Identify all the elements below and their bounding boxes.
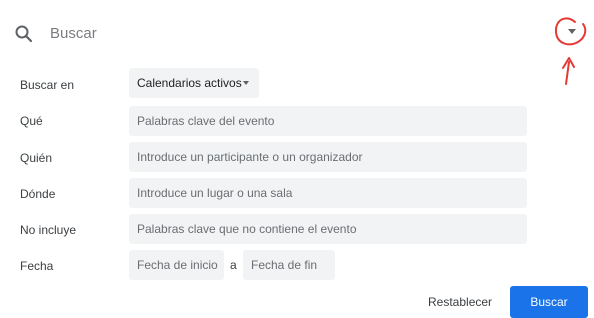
excludes-input[interactable]: Palabras clave que no contiene el evento [129,214,527,244]
who-label: Quién [20,151,53,165]
excludes-label: No incluye [20,223,77,237]
search-bar: Buscar [0,0,594,64]
where-label: Dónde [20,187,56,201]
what-input[interactable]: Palabras clave del evento [129,106,527,136]
date-separator: a [230,258,237,272]
calendar-select-value: Calendarios activos [137,76,242,90]
date-label: Fecha [20,259,54,273]
search-in-label: Buscar en [20,78,75,92]
start-date-input[interactable]: Fecha de inicio [129,250,224,280]
reset-button[interactable]: Restablecer [420,287,500,317]
search-button[interactable]: Buscar [510,286,588,318]
who-input[interactable]: Introduce un participante o un organizad… [129,142,527,172]
search-input[interactable]: Buscar [50,25,97,42]
chevron-down-icon [243,81,249,85]
end-date-input[interactable]: Fecha de fin [243,250,335,280]
search-icon[interactable] [12,22,36,46]
what-label: Qué [20,114,43,128]
calendar-select[interactable]: Calendarios activos [129,68,259,98]
arrow-drop-down-icon[interactable] [568,29,576,34]
where-input[interactable]: Introduce un lugar o una sala [129,178,527,208]
